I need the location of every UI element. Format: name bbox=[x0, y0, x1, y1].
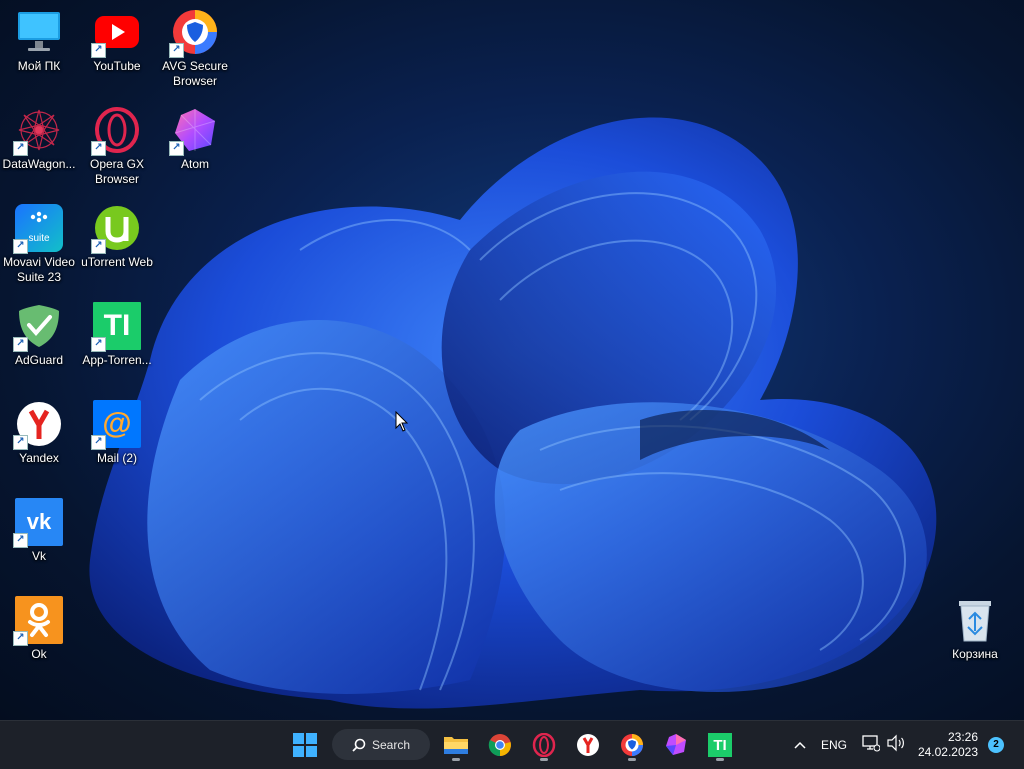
movavi-badge: suite bbox=[28, 233, 50, 244]
mail-glyph: @ bbox=[102, 407, 132, 440]
atom-icon bbox=[666, 734, 686, 755]
start-button[interactable] bbox=[287, 727, 323, 763]
shortcut-arrow-icon: ↗ bbox=[13, 631, 28, 646]
app-torrent-icon: TI ↗ bbox=[91, 302, 141, 352]
atom-icon: ↗ bbox=[169, 106, 219, 156]
vk-icon: vk ↗ bbox=[13, 498, 63, 548]
desktop-icon-label: DataWagon... bbox=[2, 157, 76, 171]
taskbar-yandex[interactable] bbox=[570, 727, 606, 763]
windows-logo-icon bbox=[293, 733, 317, 757]
shortcut-arrow-icon: ↗ bbox=[91, 239, 106, 254]
desktop-icon-my-pc[interactable]: Мой ПК bbox=[0, 8, 78, 74]
language-indicator[interactable]: ENG bbox=[821, 738, 847, 752]
shortcut-arrow-icon: ↗ bbox=[169, 43, 184, 58]
chrome-icon bbox=[488, 734, 511, 757]
app-torrent-glyph: TI bbox=[713, 736, 727, 754]
clock-date: 24.02.2023 bbox=[917, 745, 978, 759]
desktop-icon-utorrent[interactable]: ↗ uTorrent Web bbox=[78, 204, 156, 270]
running-indicator bbox=[628, 758, 636, 761]
desktop-icon-label: Atom bbox=[180, 157, 209, 171]
network-status[interactable] bbox=[862, 734, 882, 754]
desktop-icon-label: Mail (2) bbox=[96, 451, 137, 465]
utorrent-icon: ↗ bbox=[91, 204, 141, 254]
monitor-icon bbox=[15, 8, 63, 56]
taskbar-app-torrent[interactable]: TI bbox=[702, 727, 738, 763]
desktop-icon-label: App-Torren... bbox=[82, 353, 152, 367]
running-indicator bbox=[540, 758, 548, 761]
folder-icon bbox=[444, 737, 468, 754]
desktop-icon-label: Ok bbox=[31, 647, 47, 661]
desktop-icon-mail[interactable]: @ ↗ Mail (2) bbox=[78, 400, 156, 466]
shortcut-arrow-icon: ↗ bbox=[13, 533, 28, 548]
desktop-icon-label: Корзина bbox=[952, 647, 998, 661]
clock-time: 23:26 bbox=[947, 730, 978, 744]
taskbar-file-explorer[interactable] bbox=[438, 727, 474, 763]
search-button[interactable]: Search bbox=[332, 729, 430, 760]
adguard-shield-icon: ↗ bbox=[13, 302, 63, 352]
shortcut-arrow-icon: ↗ bbox=[13, 141, 28, 156]
clock[interactable]: 23:26 24.02.2023 bbox=[914, 730, 978, 760]
desktop-icon-ok[interactable]: ↗ Ok bbox=[0, 596, 78, 662]
speaker-icon bbox=[887, 734, 904, 752]
shortcut-arrow-icon: ↗ bbox=[13, 239, 28, 254]
shortcut-arrow-icon: ↗ bbox=[91, 435, 106, 450]
mouse-cursor-icon bbox=[395, 411, 409, 432]
movavi-icon: suite ↗ bbox=[13, 204, 63, 254]
desktop-icon-label: Yandex bbox=[19, 451, 59, 465]
search-label: Search bbox=[372, 737, 411, 752]
desktop-icon-atom[interactable]: ↗ Atom bbox=[156, 106, 234, 172]
desktop-icon-adguard[interactable]: ↗ AdGuard bbox=[0, 302, 78, 368]
desktop-icon-recycle-bin[interactable]: Корзина bbox=[936, 596, 1014, 662]
taskbar-chrome[interactable] bbox=[482, 727, 518, 763]
show-hidden-icons-button[interactable] bbox=[790, 735, 810, 755]
desktop-icon-yandex[interactable]: ↗ Yandex bbox=[0, 400, 78, 466]
taskbar-opera-gx[interactable] bbox=[526, 727, 562, 763]
mail-at-icon: @ ↗ bbox=[91, 400, 141, 450]
desktop-icon-label: Vk bbox=[31, 549, 46, 563]
desktop-icon-avg[interactable]: ↗ AVG Secure Browser bbox=[156, 8, 234, 89]
chevron-up-icon bbox=[794, 741, 806, 749]
app-torrent-icon: TI bbox=[708, 733, 732, 757]
desktop-icon-vk[interactable]: vk ↗ Vk bbox=[0, 498, 78, 564]
volume-control[interactable] bbox=[886, 734, 906, 754]
taskbar-avg-browser[interactable] bbox=[614, 727, 650, 763]
network-icon bbox=[862, 735, 881, 752]
app-torrent-glyph: TI bbox=[103, 309, 131, 342]
shortcut-arrow-icon: ↗ bbox=[13, 435, 28, 450]
search-icon bbox=[352, 738, 366, 752]
notification-center-badge[interactable]: 2 bbox=[988, 737, 1004, 753]
taskbar: Search TI ENG 23:26 24.02.2023 bbox=[0, 720, 1024, 769]
desktop[interactable]: Мой ПК ↗ DataWagon... suite ↗ Movavi Vid… bbox=[0, 0, 1024, 720]
running-indicator bbox=[452, 758, 460, 761]
shortcut-arrow-icon: ↗ bbox=[91, 141, 106, 156]
desktop-icon-datawagon[interactable]: ↗ DataWagon... bbox=[0, 106, 78, 172]
opera-gx-icon: ↗ bbox=[91, 106, 141, 156]
opera-gx-icon bbox=[532, 733, 556, 757]
running-indicator bbox=[716, 758, 724, 761]
recycle-bin-icon bbox=[951, 596, 999, 644]
desktop-icon-label: uTorrent Web bbox=[81, 255, 153, 269]
yandex-icon bbox=[577, 734, 599, 756]
desktop-icon-label: AdGuard bbox=[14, 353, 64, 367]
desktop-icon-app-torrent[interactable]: TI ↗ App-Torren... bbox=[78, 302, 156, 368]
avg-browser-icon bbox=[621, 734, 643, 756]
shortcut-arrow-icon: ↗ bbox=[13, 337, 28, 352]
odnoklassniki-icon: ↗ bbox=[13, 596, 63, 646]
desktop-icon-youtube[interactable]: ↗ YouTube bbox=[78, 8, 156, 74]
avg-browser-icon: ↗ bbox=[169, 8, 219, 58]
shortcut-arrow-icon: ↗ bbox=[169, 141, 184, 156]
datawagon-icon: ↗ bbox=[13, 106, 63, 156]
desktop-icon-label: Movavi Video Suite 23 bbox=[3, 255, 75, 284]
desktop-icon-movavi[interactable]: suite ↗ Movavi Video Suite 23 bbox=[0, 204, 78, 285]
desktop-icon-opera-gx[interactable]: ↗ Opera GX Browser bbox=[78, 106, 156, 187]
desktop-icon-label: Мой ПК bbox=[17, 59, 61, 73]
desktop-icon-label: Opera GX Browser bbox=[89, 157, 145, 186]
shortcut-arrow-icon: ↗ bbox=[91, 43, 106, 58]
yandex-icon: ↗ bbox=[13, 400, 63, 450]
desktop-icon-label: YouTube bbox=[93, 59, 141, 73]
taskbar-atom[interactable] bbox=[658, 727, 694, 763]
shortcut-arrow-icon: ↗ bbox=[91, 337, 106, 352]
desktop-icon-label: AVG Secure Browser bbox=[162, 59, 228, 88]
youtube-icon: ↗ bbox=[91, 8, 141, 58]
